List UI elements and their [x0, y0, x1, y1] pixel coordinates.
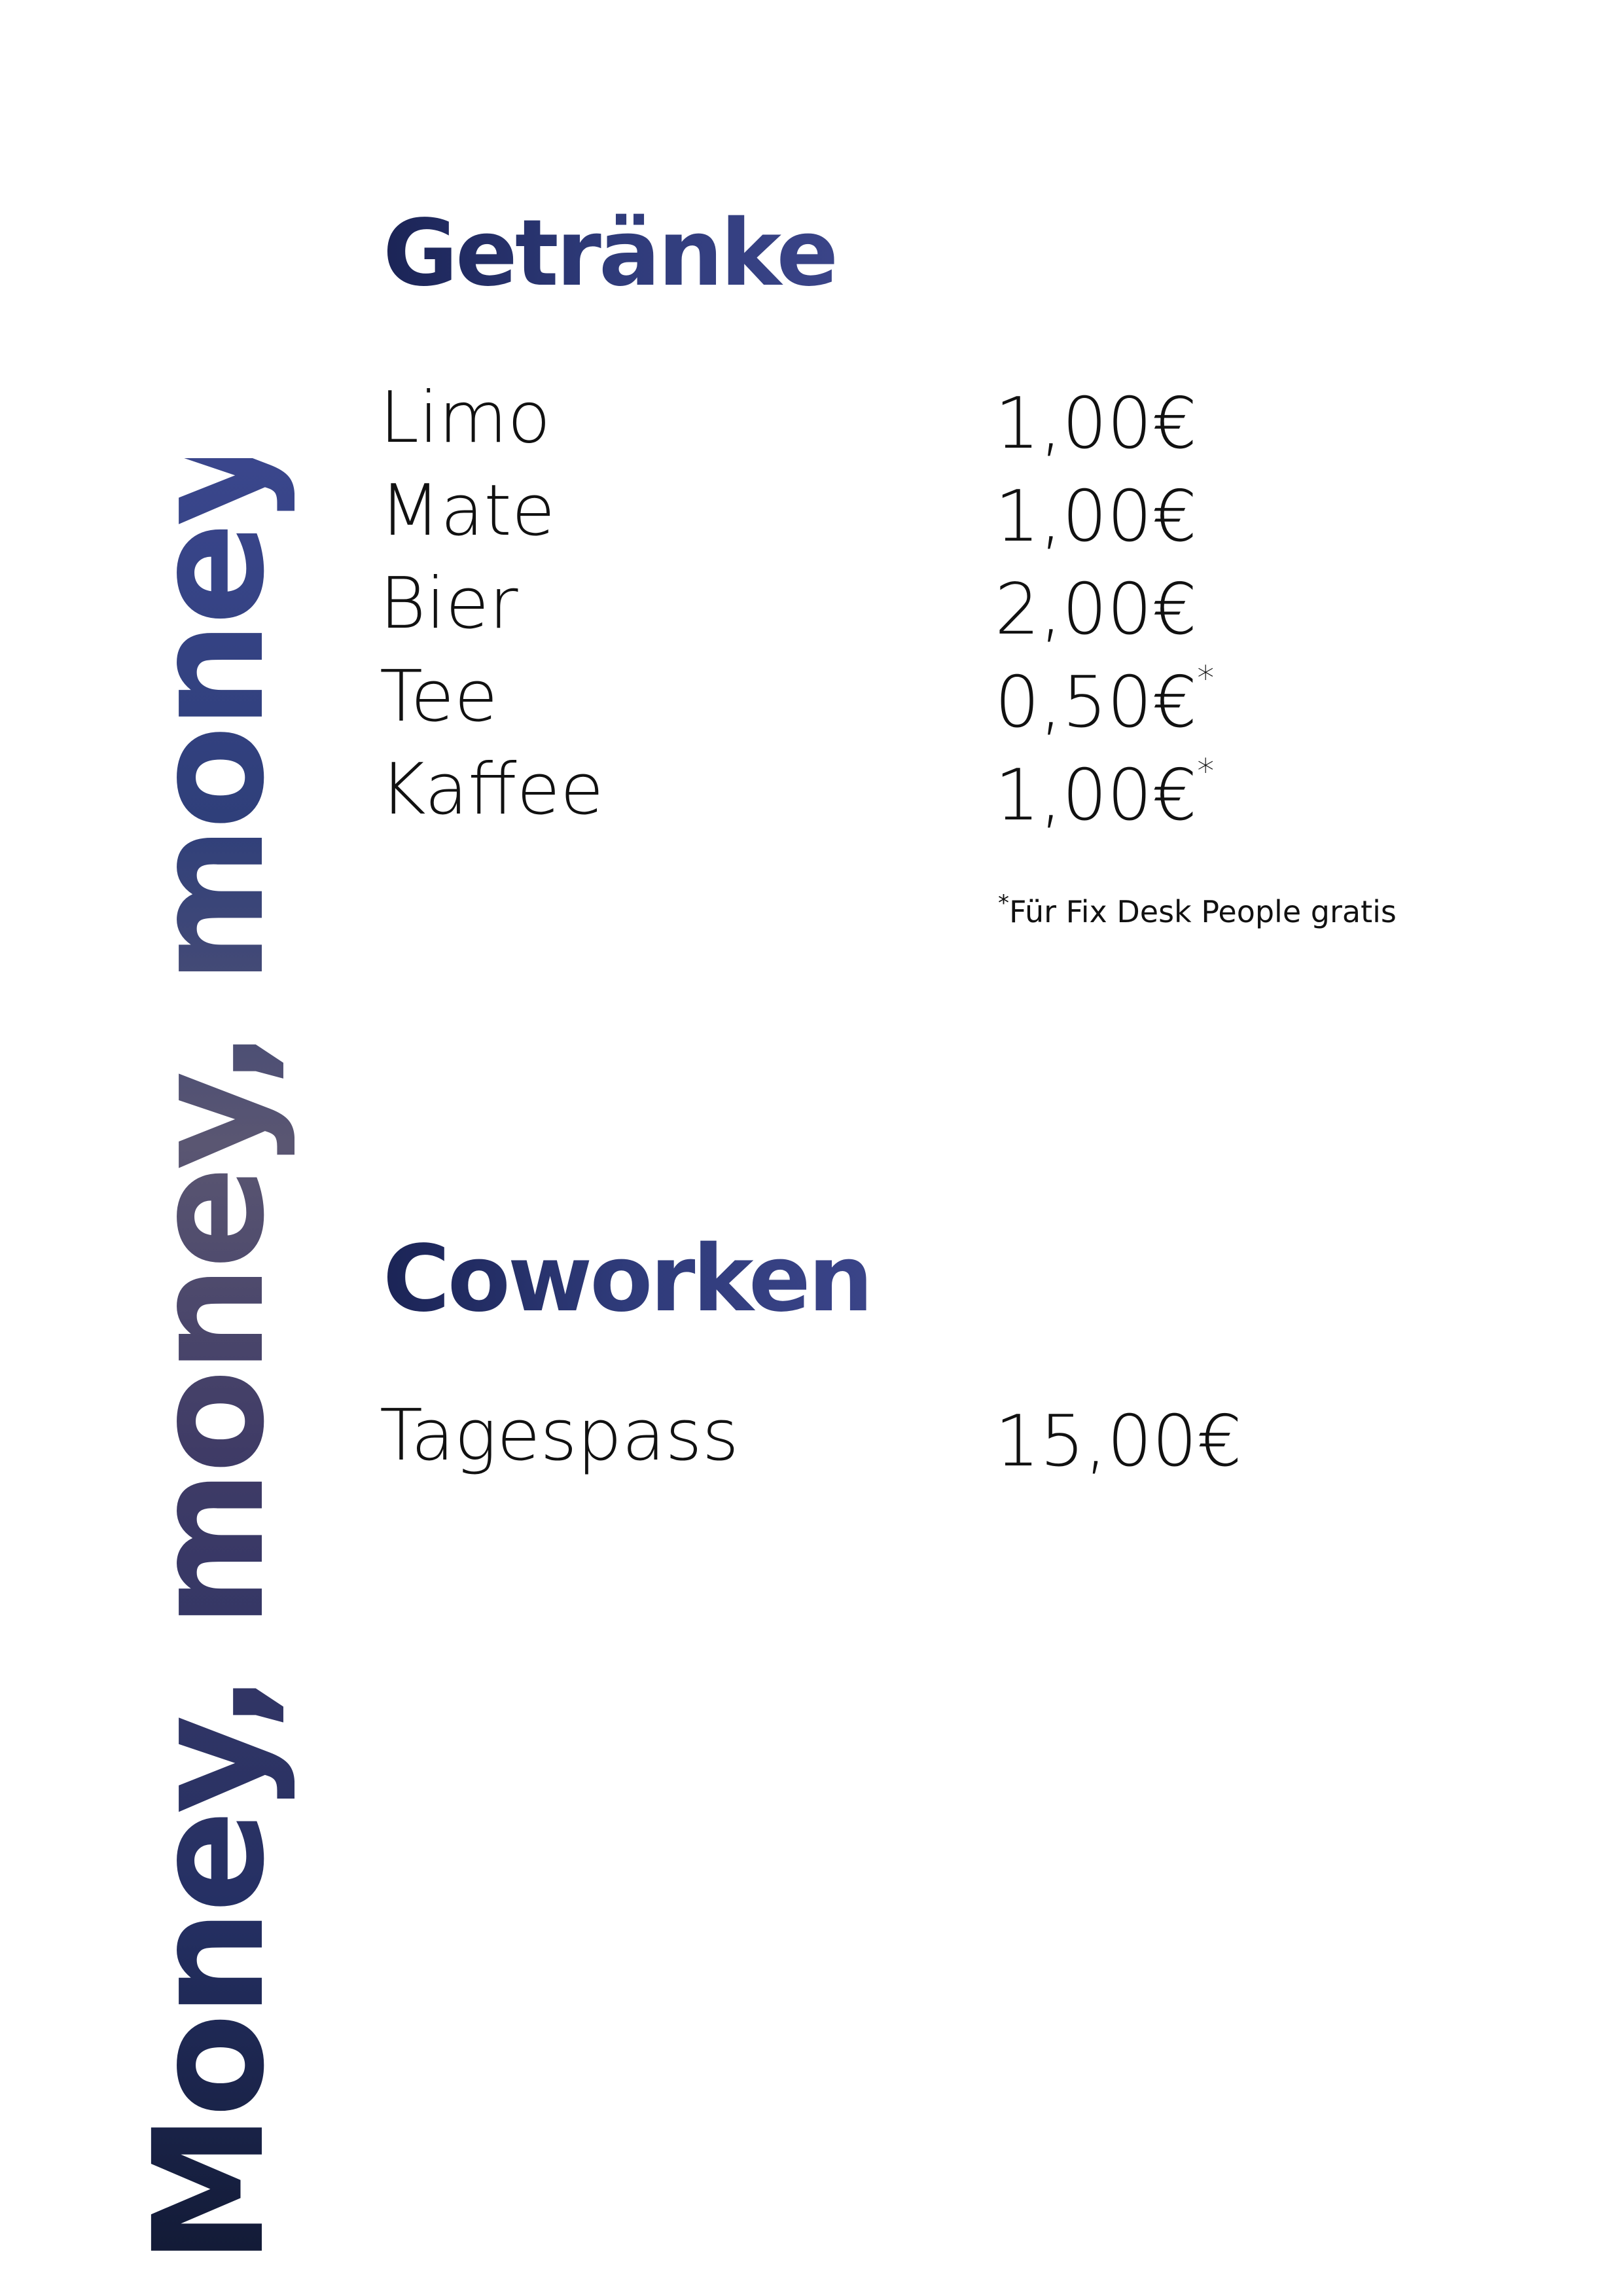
price-asterisk: *: [1197, 752, 1215, 791]
price-asterisk: *: [1197, 659, 1215, 698]
drink-price-mate: 1,00€: [995, 476, 1197, 552]
price-value: 1,00€: [995, 755, 1198, 836]
side-title-container: Money, money, money: [121, 431, 298, 2265]
side-title: Money, money, money: [121, 431, 298, 2265]
price-value: 15,00€: [995, 1401, 1242, 1482]
drink-price-tee: 0,50€*: [995, 662, 1214, 738]
footnote: *Für Fix Desk People gratis: [998, 890, 1397, 929]
price-value: 2,00€: [995, 569, 1198, 651]
drink-price-bier: 2,00€: [995, 569, 1197, 645]
price-value: 1,00€: [995, 383, 1198, 465]
price-value: 0,50€: [995, 662, 1198, 744]
price-value: 1,00€: [995, 476, 1198, 558]
drink-price-kaffee: 1,00€*: [995, 755, 1214, 831]
drink-price-limo: 1,00€: [995, 383, 1197, 459]
drink-name-tee: Tee: [380, 656, 498, 738]
section-heading-coworking: Coworken: [383, 1226, 873, 1333]
drink-name-kaffee: Kaffee: [380, 749, 604, 831]
section-heading-drinks: Getränke: [383, 200, 838, 307]
drink-name-bier: Bier: [380, 563, 518, 645]
footnote-asterisk: *: [998, 890, 1009, 916]
cowork-price-tagespass: 15,00€: [995, 1401, 1242, 1477]
footnote-text: Für Fix Desk People gratis: [1009, 894, 1397, 929]
drink-name-limo: Limo: [380, 377, 551, 459]
drink-name-mate: Mate: [380, 470, 556, 552]
cowork-name-tagespass: Tagespass: [380, 1395, 740, 1477]
